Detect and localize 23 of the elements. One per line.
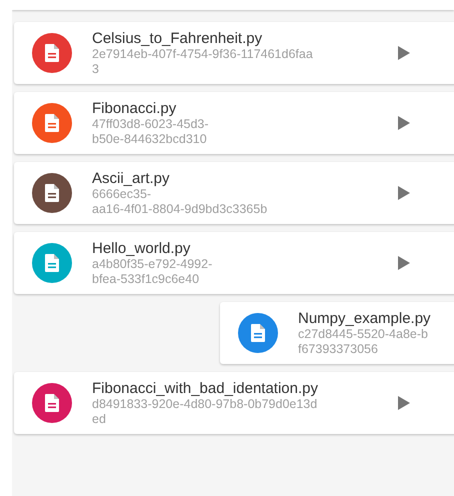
play-icon[interactable] bbox=[398, 396, 410, 410]
script-id: c27d8445-5520-4a8e-b f67393373056 bbox=[298, 326, 429, 356]
script-item[interactable]: Ascii_art.py 6666ec35- aa16-4f01-8804-9d9bd3c3365b bbox=[14, 162, 454, 224]
script-item[interactable]: Numpy_example.py c27d8445-5520-4a8e-b f67393373056 bbox=[220, 302, 454, 364]
script-name: Fibonacci.py bbox=[92, 100, 178, 116]
play-icon[interactable] bbox=[398, 186, 410, 200]
play-icon[interactable] bbox=[398, 256, 410, 270]
script-name: Hello_world.py bbox=[92, 240, 192, 256]
script-name: Numpy_example.py bbox=[298, 310, 432, 326]
script-item[interactable]: Hello_world.py a4b80f35-e792-4992- bfea-533f1c9c6e40 bbox=[14, 232, 454, 294]
script-name: Fibonacci_with_bad_identation.py bbox=[92, 380, 319, 396]
script-id: 47ff03d8-6023-45d3- b50e-844632bcd310 bbox=[92, 116, 210, 146]
script-item[interactable]: Fibonacci.py 47ff03d8-6023-45d3- b50e-844632bcd310 bbox=[14, 92, 454, 154]
script-item[interactable]: Celsius_to_Fahrenheit.py 2e7914eb-407f-4754-9f36-117461d6faa 3 bbox=[14, 22, 454, 84]
script-id: a4b80f35-e792-4992- bfea-533f1c9c6e40 bbox=[92, 256, 214, 286]
script-item[interactable]: Fibonacci_with_bad_identation.py d8491833-920e-4d80-97b8-0b79d0e13d ed bbox=[14, 372, 454, 434]
script-name: Ascii_art.py bbox=[92, 170, 171, 186]
script-id: 6666ec35- aa16-4f01-8804-9d9bd3c3365b bbox=[92, 186, 268, 216]
script-id: d8491833-920e-4d80-97b8-0b79d0e13d ed bbox=[92, 396, 318, 426]
play-icon[interactable] bbox=[398, 116, 410, 130]
script-name: Celsius_to_Fahrenheit.py bbox=[92, 30, 264, 46]
play-icon[interactable] bbox=[398, 46, 410, 60]
script-id: 2e7914eb-407f-4754-9f36-117461d6faa 3 bbox=[92, 46, 314, 76]
